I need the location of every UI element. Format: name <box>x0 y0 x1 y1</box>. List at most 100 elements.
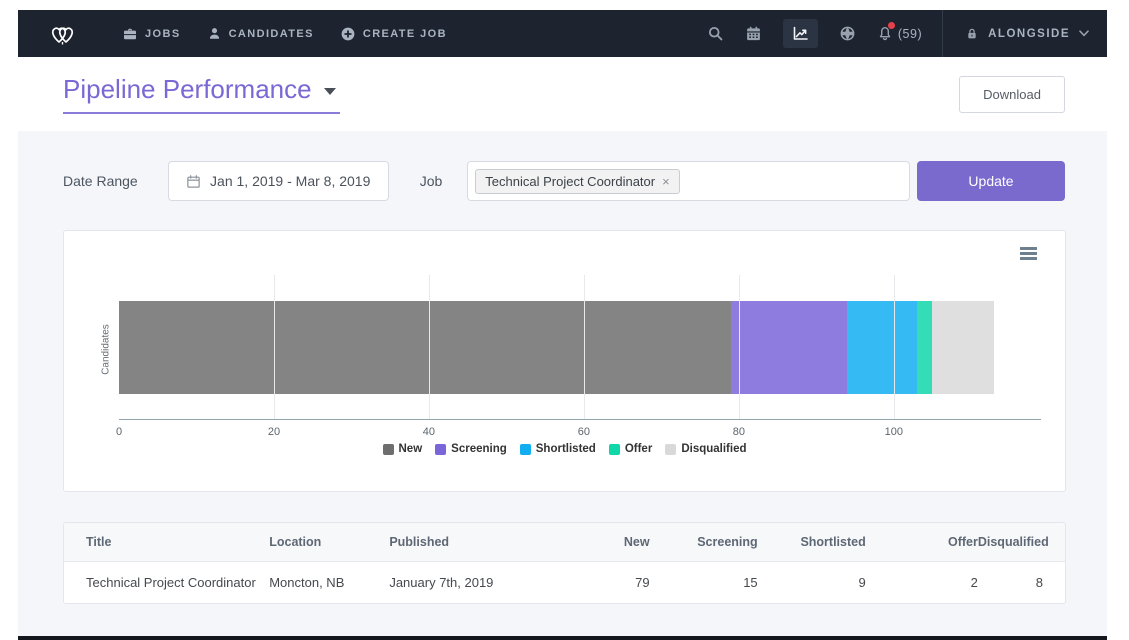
bar-segment-new[interactable] <box>119 301 731 394</box>
legend-item-screening[interactable]: Screening <box>435 443 507 455</box>
chart-legend: New Screening Shortlisted Offer Disqualified <box>64 443 1065 455</box>
plot-area: 020406080100 <box>119 275 1041 420</box>
x-tick-label: 80 <box>733 426 745 438</box>
column-header-location: Location <box>269 523 389 562</box>
job-tag-label: Technical Project Coordinator <box>485 174 655 189</box>
remove-tag-icon[interactable]: × <box>662 175 670 188</box>
bar-segment-screening[interactable] <box>731 301 847 394</box>
column-header-published: Published <box>389 523 559 562</box>
nav-tools: (59) <box>707 19 922 48</box>
briefcase-icon <box>122 26 138 42</box>
report-selector[interactable]: Pipeline Performance <box>63 74 340 114</box>
cell-published: January 7th, 2019 <box>389 562 559 604</box>
x-tick-label: 0 <box>116 426 122 438</box>
cell-new: 79 <box>559 562 649 604</box>
gridline-100 <box>894 275 895 419</box>
date-range-value: Jan 1, 2019 - Mar 8, 2019 <box>210 173 370 189</box>
legend-label: New <box>399 443 423 455</box>
bar-segment-disqualified[interactable] <box>932 301 994 394</box>
download-button[interactable]: Download <box>959 76 1065 113</box>
job-label: Job <box>420 173 443 189</box>
stacked-bar <box>119 301 1041 394</box>
legend-swatch <box>609 444 620 455</box>
cell-title: Technical Project Coordinator <box>64 562 269 604</box>
job-tag: Technical Project Coordinator × <box>475 169 679 194</box>
legend-item-offer[interactable]: Offer <box>609 443 652 455</box>
legend-label: Screening <box>451 443 507 455</box>
cell-disqualified: 8 <box>978 562 1065 604</box>
column-header-screening: Screening <box>650 523 758 562</box>
date-range-label: Date Range <box>63 173 138 189</box>
column-header-disqualified: Disqualified <box>978 523 1065 562</box>
nav-item-candidates[interactable]: CANDIDATES <box>207 26 314 41</box>
x-tick-label: 100 <box>885 426 903 438</box>
cell-shortlisted: 9 <box>758 562 866 604</box>
gridline-40 <box>429 275 430 419</box>
nav-item-jobs[interactable]: JOBS <box>122 26 181 42</box>
chart-menu-icon[interactable] <box>1020 247 1037 262</box>
results-table: TitleLocationPublishedNewScreeningShortl… <box>63 522 1066 604</box>
legend-swatch <box>435 444 446 455</box>
legend-label: Disqualified <box>681 443 746 455</box>
caret-down-icon <box>324 88 336 95</box>
gridline-20 <box>274 275 275 419</box>
x-tick-label: 60 <box>578 426 590 438</box>
calendar-icon[interactable] <box>745 25 762 42</box>
chevron-down-icon <box>1079 30 1089 37</box>
cell-location: Moncton, NB <box>269 562 389 604</box>
notifications[interactable]: (59) <box>877 25 922 42</box>
page-header: Pipeline Performance Download <box>18 57 1107 131</box>
nav-right: (59) ALONGSIDE <box>707 10 1089 57</box>
table-row[interactable]: Technical Project CoordinatorMoncton, NB… <box>64 562 1065 604</box>
legend-item-new[interactable]: New <box>383 443 423 455</box>
nav-left: JOBS CANDIDATES CREATE JOB <box>44 18 447 50</box>
legend-label: Offer <box>625 443 652 455</box>
account-label: ALONGSIDE <box>988 28 1070 40</box>
date-range-input[interactable]: Jan 1, 2019 - Mar 8, 2019 <box>168 161 389 201</box>
gridline-60 <box>584 275 585 419</box>
notification-count: (59) <box>898 27 922 41</box>
legend-swatch <box>383 444 394 455</box>
x-tick-label: 40 <box>423 426 435 438</box>
lock-icon <box>965 26 979 41</box>
chart-card: Candidates 020406080100 NewScreeningShor… <box>63 230 1066 492</box>
alongside-logo-icon[interactable] <box>44 18 82 50</box>
nav-item-create-job[interactable]: CREATE JOB <box>340 26 447 42</box>
legend-item-shortlisted[interactable]: Shortlisted <box>520 443 596 455</box>
nav-item-label: JOBS <box>145 28 181 40</box>
legend-swatch <box>520 444 531 455</box>
search-icon[interactable] <box>707 25 724 42</box>
nav-item-label: CANDIDATES <box>229 28 314 40</box>
column-header-offer: Offer <box>866 523 978 562</box>
job-select-input[interactable]: Technical Project Coordinator × <box>467 161 910 201</box>
cell-screening: 15 <box>650 562 758 604</box>
legend-swatch <box>665 444 676 455</box>
nav-item-label: CREATE JOB <box>363 28 447 40</box>
user-icon <box>207 26 222 41</box>
analytics-chart-icon[interactable] <box>783 19 818 48</box>
y-axis-label: Candidates <box>101 310 112 390</box>
bar-segment-offer[interactable] <box>917 301 932 394</box>
cell-offer: 2 <box>866 562 978 604</box>
top-navbar: JOBS CANDIDATES CREATE JOB <box>18 10 1107 57</box>
window-bottom-edge <box>18 636 1107 640</box>
globe-icon[interactable] <box>839 25 856 42</box>
legend-item-disqualified[interactable]: Disqualified <box>665 443 746 455</box>
x-tick-label: 20 <box>268 426 280 438</box>
filters-bar: Date Range Jan 1, 2019 - Mar 8, 2019 Job… <box>63 161 1065 201</box>
account-menu[interactable]: ALONGSIDE <box>942 10 1089 57</box>
column-header-shortlisted: Shortlisted <box>758 523 866 562</box>
column-header-new: New <box>559 523 649 562</box>
legend-label: Shortlisted <box>536 443 596 455</box>
calendar-icon <box>186 174 201 189</box>
bell-icon <box>877 25 893 42</box>
update-button[interactable]: Update <box>917 161 1065 201</box>
page-content: Date Range Jan 1, 2019 - Mar 8, 2019 Job… <box>18 131 1107 636</box>
gridline-80 <box>739 275 740 419</box>
notification-dot <box>888 22 895 29</box>
app-window: JOBS CANDIDATES CREATE JOB <box>18 10 1107 640</box>
page-title: Pipeline Performance <box>63 74 312 105</box>
bar-segment-shortlisted[interactable] <box>847 301 917 394</box>
plus-circle-icon <box>340 26 356 42</box>
column-header-title: Title <box>64 523 269 562</box>
